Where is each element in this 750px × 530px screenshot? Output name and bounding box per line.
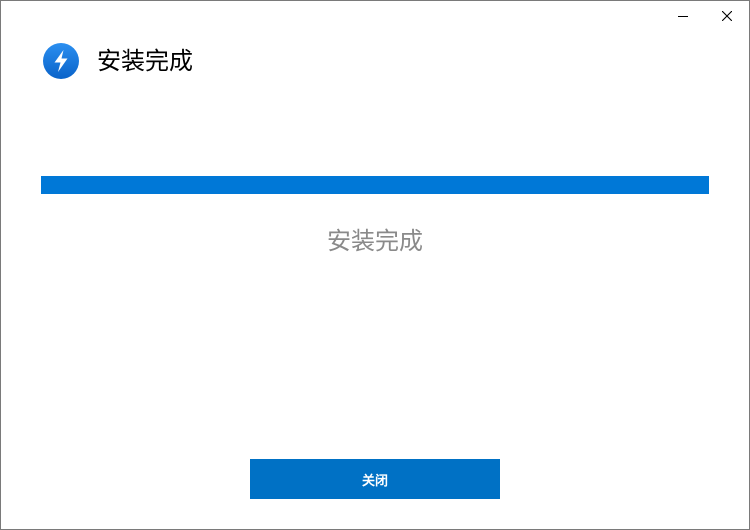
progress-fill bbox=[41, 176, 709, 194]
close-icon bbox=[722, 11, 732, 21]
lightning-bolt-icon bbox=[43, 43, 79, 79]
status-text: 安装完成 bbox=[327, 227, 423, 255]
page-title: 安装完成 bbox=[97, 47, 193, 75]
install-progress-bar bbox=[41, 176, 709, 194]
minimize-button[interactable] bbox=[665, 1, 701, 31]
installer-window: 安装完成 安装完成 关闭 bbox=[0, 0, 750, 530]
close-button[interactable]: 关闭 bbox=[250, 459, 500, 499]
minimize-icon bbox=[678, 16, 688, 17]
window-close-button[interactable] bbox=[709, 1, 745, 31]
